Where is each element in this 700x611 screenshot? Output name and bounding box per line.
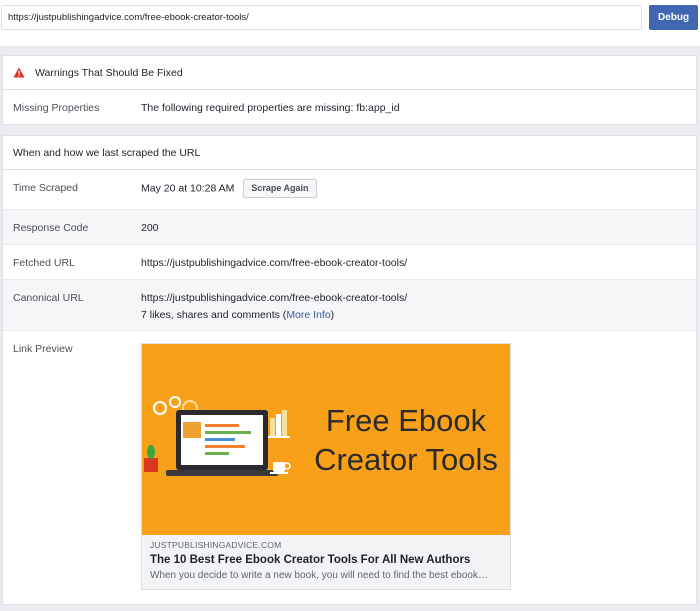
warnings-header: Warnings That Should Be Fixed [3, 56, 696, 90]
time-scraped-label: Time Scraped [13, 182, 78, 194]
canonical-url-link[interactable]: https://justpublishingadvice.com/free-eb… [141, 292, 407, 304]
scrape-title: When and how we last scraped the URL [13, 146, 201, 159]
response-code-row: Response Code 200 [3, 210, 696, 245]
url-input[interactable] [1, 5, 642, 30]
preview-image-line2: Creator Tools [314, 442, 498, 477]
warnings-title: Warnings That Should Be Fixed [35, 66, 183, 79]
preview-image-line1: Free Ebook [326, 403, 487, 438]
preview-domain: JUSTPUBLISHINGADVICE.COM [150, 540, 282, 550]
preview-title: The 10 Best Free Ebook Creator Tools For… [150, 554, 471, 566]
time-scraped-value: May 20 at 10:28 AM [141, 182, 235, 195]
scrape-header: When and how we last scraped the URL [3, 136, 696, 170]
missing-properties-value: The following required properties are mi… [141, 102, 400, 114]
canonical-url-label: Canonical URL [13, 292, 84, 304]
response-code-value: 200 [141, 222, 159, 234]
scrape-panel: When and how we last scraped the URL Tim… [2, 135, 697, 605]
missing-properties-label: Missing Properties [13, 102, 100, 114]
laptop-icon [166, 410, 278, 476]
preview-image: Free Ebook Creator Tools [142, 344, 510, 535]
fetched-url-row: Fetched URL https://justpublishingadvice… [3, 245, 696, 280]
time-scraped-row: Time Scraped May 20 at 10:28 AM Scrape A… [3, 170, 696, 210]
link-preview-row: Link Preview Free Ebook Creator Tools JU… [3, 331, 696, 611]
scrape-again-button[interactable]: Scrape Again [243, 179, 317, 198]
more-info-link[interactable]: More Info [286, 309, 330, 321]
url-toolbar: Debug [0, 0, 700, 46]
warnings-panel: Warnings That Should Be Fixed Missing Pr… [2, 55, 697, 125]
link-preview-label: Link Preview [13, 343, 73, 355]
engagement-text: 7 likes, shares and comments ( [141, 309, 287, 321]
missing-properties-row: Missing Properties The following require… [3, 90, 696, 125]
response-code-label: Response Code [13, 222, 89, 234]
engagement-text-wrap: 7 likes, shares and comments (More Info) [141, 309, 334, 321]
warning-triangle-icon [13, 67, 25, 78]
link-preview-card[interactable]: Free Ebook Creator Tools JUSTPUBLISHINGA… [141, 343, 511, 590]
fetched-url-label: Fetched URL [13, 257, 75, 269]
preview-body: JUSTPUBLISHINGADVICE.COM The 10 Best Fre… [142, 535, 510, 589]
canonical-url-row: Canonical URL https://justpublishingadvi… [3, 280, 696, 331]
fetched-url-link[interactable]: https://justpublishingadvice.com/free-eb… [141, 257, 407, 269]
time-scraped-value-wrap: May 20 at 10:28 AM Scrape Again [141, 179, 317, 198]
preview-description: When you decide to write a new book, you… [150, 570, 488, 581]
debug-button[interactable]: Debug [649, 5, 698, 30]
engagement-close: ) [330, 309, 335, 321]
